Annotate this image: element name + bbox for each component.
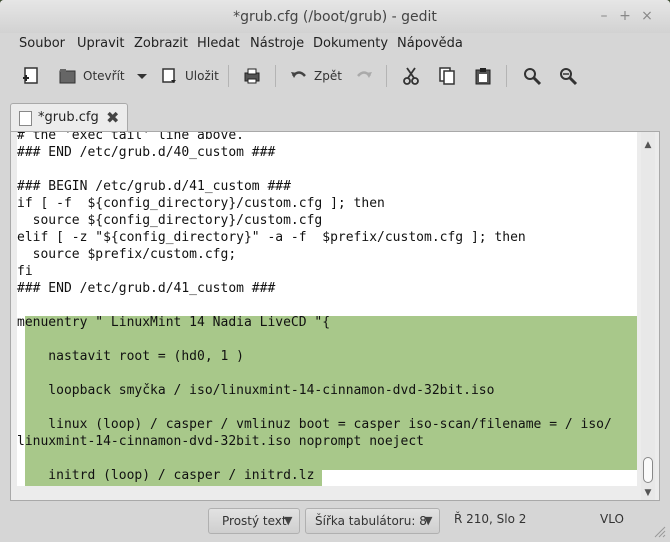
close-tab-icon[interactable]: ✖ [106, 108, 119, 127]
menu-dokumenty[interactable]: Dokumenty [313, 36, 388, 51]
tab-grub-cfg[interactable]: *grub.cfg ✖ [10, 103, 128, 133]
code-line: menuentry " LinuxMint 14 Nadia LiveCD "{ [17, 315, 331, 330]
scroll-up-icon[interactable]: ▲ [641, 138, 655, 152]
close-window-button[interactable]: × [639, 8, 655, 24]
save-icon[interactable] [160, 66, 180, 86]
code-line: loopback smyčka / iso/linuxmint-14-cinna… [17, 383, 495, 398]
redo-icon[interactable] [354, 66, 374, 86]
title-bar[interactable]: *grub.cfg (/boot/grub) - gedit – + × [0, 0, 670, 33]
new-document-icon[interactable] [21, 66, 41, 86]
minimize-button[interactable]: – [596, 8, 612, 24]
code-line: ### BEGIN /etc/grub.d/41_custom ### [17, 179, 291, 194]
text-editor[interactable]: # the 'exec tail' line above. ### END /et… [17, 132, 637, 486]
insert-mode: VLO [600, 512, 624, 526]
code-line: source $prefix/custom.cfg; [17, 247, 237, 262]
undo-button-label[interactable]: Zpět [314, 69, 342, 83]
open-button-label[interactable]: Otevřít [83, 69, 125, 83]
language-label: Prostý text [222, 514, 287, 528]
menu-soubor[interactable]: Soubor [19, 36, 65, 51]
code-line: ### END /etc/grub.d/41_custom ### [17, 281, 276, 296]
open-folder-icon[interactable] [58, 66, 78, 86]
tab-label: *grub.cfg [38, 110, 99, 125]
menu-napoveda[interactable]: Nápověda [397, 36, 463, 51]
code-line: nastavit root = (hd0, 1 ) [17, 349, 244, 364]
toolbar-separator [228, 65, 229, 87]
cursor-position: Ř 210, Slo 2 [454, 512, 527, 526]
code-line: ### END /etc/grub.d/40_custom ### [17, 145, 276, 160]
menu-upravit[interactable]: Upravit [77, 36, 124, 51]
resize-grip-icon[interactable] [650, 522, 666, 538]
code-line: source ${config_directory}/custom.cfg [17, 213, 323, 228]
code-line: linux (loop) / casper / vmlinuz boot = c… [17, 417, 612, 432]
chevron-down-icon: ▼ [424, 514, 433, 527]
toolbar: Otevřít Uložit Zpět [0, 55, 670, 97]
toolbar-separator [506, 65, 507, 87]
gedit-window: *grub.cfg (/boot/grub) - gedit – + × Sou… [0, 0, 670, 542]
menu-hledat[interactable]: Hledat [197, 36, 240, 51]
code-line: initrd (loop) / casper / initrd.lz [17, 468, 315, 483]
search-icon[interactable] [522, 66, 542, 86]
menu-zobrazit[interactable]: Zobrazit [134, 36, 188, 51]
language-selector[interactable]: Prostý text ▼ [208, 508, 300, 534]
scroll-down-icon[interactable]: ▼ [641, 486, 655, 500]
tab-bar: *grub.cfg ✖ [0, 97, 670, 133]
find-replace-icon[interactable] [558, 66, 578, 86]
toolbar-separator [386, 65, 387, 87]
chevron-down-icon: ▼ [284, 514, 293, 527]
code-line: linuxmint-14-cinnamon-dvd-32bit.iso nopr… [17, 434, 424, 449]
vertical-scrollbar[interactable]: ▲ ▼ [641, 132, 655, 500]
scrollbar-thumb[interactable] [643, 457, 653, 483]
code-line: elif [ -z "${config_directory}" -a -f $p… [17, 230, 526, 245]
code-line: if [ -f ${config_directory}/custom.cfg ]… [17, 196, 385, 211]
document-icon [19, 111, 32, 126]
maximize-button[interactable]: + [617, 8, 633, 24]
paste-icon[interactable] [473, 66, 493, 86]
code-line: fi [17, 264, 33, 279]
save-button-label[interactable]: Uložit [185, 69, 219, 83]
open-dropdown-icon[interactable] [132, 66, 152, 86]
undo-icon[interactable] [289, 66, 309, 86]
window-title: *grub.cfg (/boot/grub) - gedit [233, 9, 437, 25]
code-line: # the 'exec tail' line above. [17, 132, 244, 143]
cut-icon[interactable] [401, 66, 421, 86]
menu-nastroje[interactable]: Nástroje [250, 36, 304, 51]
status-bar: Prostý text ▼ Šířka tabulátoru: 8 ▼ Ř 21… [0, 503, 670, 542]
toolbar-separator [275, 65, 276, 87]
copy-icon[interactable] [437, 66, 457, 86]
menu-bar: Soubor Upravit Zobrazit Hledat Nástroje … [0, 33, 670, 55]
tab-width-selector[interactable]: Šířka tabulátoru: 8 ▼ [305, 508, 440, 534]
print-icon[interactable] [242, 66, 262, 86]
tab-width-label: Šířka tabulátoru: 8 [315, 514, 427, 528]
